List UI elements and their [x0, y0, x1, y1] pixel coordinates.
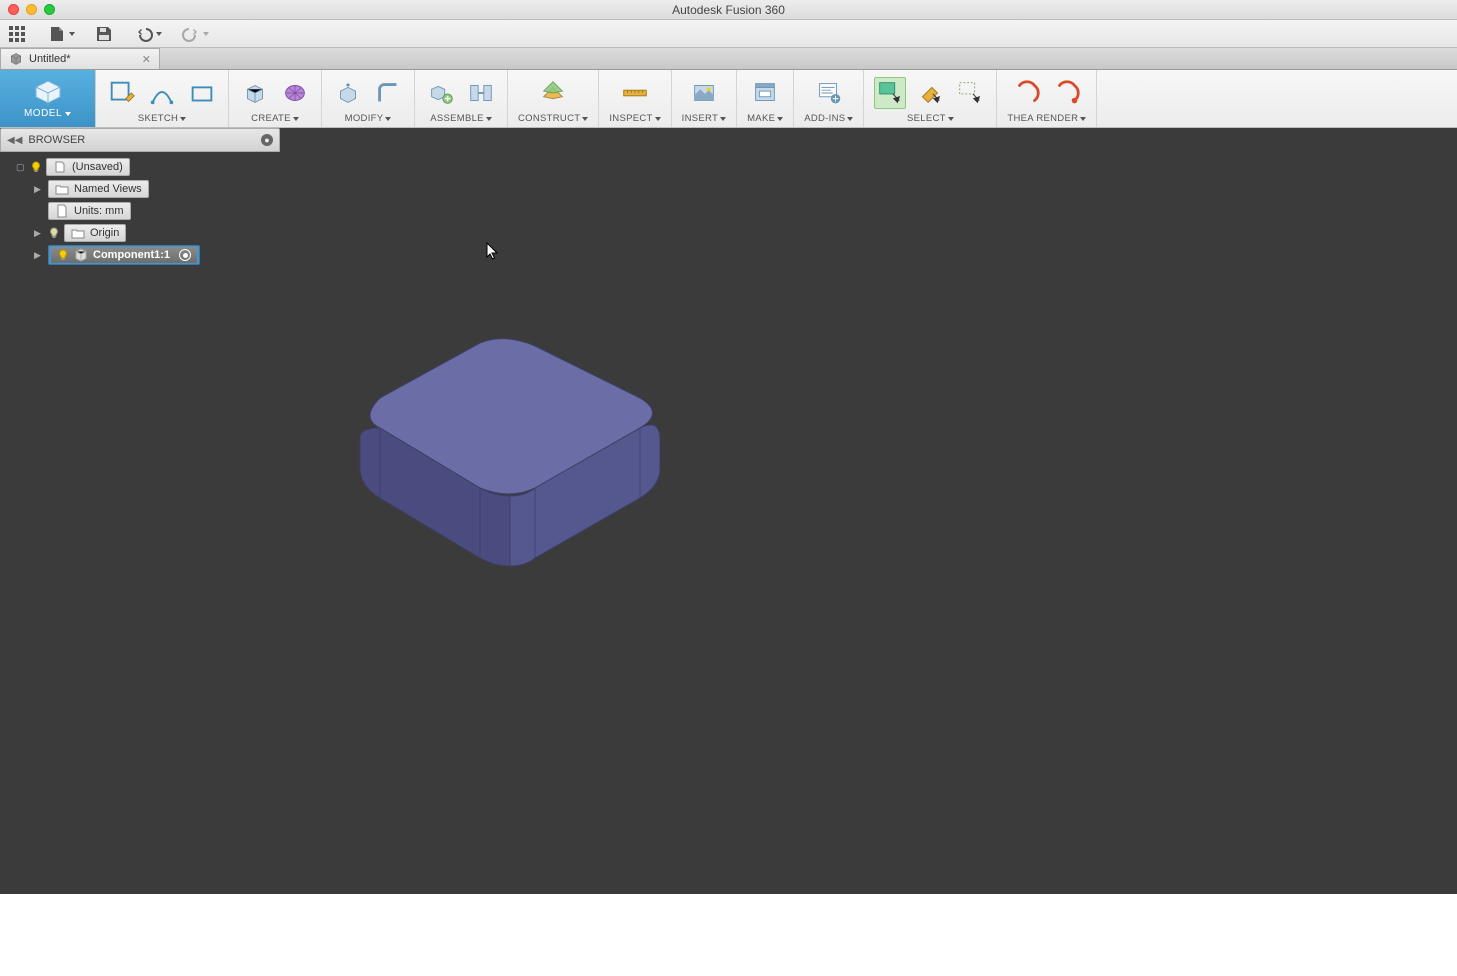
ribbon-group-label: CREATE	[251, 113, 291, 124]
ribbon-group-label: THEA RENDER	[1007, 113, 1078, 124]
fillet-button[interactable]	[372, 77, 404, 109]
chevron-down-icon	[65, 112, 71, 116]
scripts-addins-button[interactable]	[813, 77, 845, 109]
chevron-down-icon	[293, 117, 299, 121]
measure-button[interactable]	[619, 77, 651, 109]
ribbon-group-label: INSERT	[682, 113, 718, 124]
window-zoom-button[interactable]	[44, 4, 55, 15]
window-close-button[interactable]	[8, 4, 19, 15]
close-tab-button[interactable]: ✕	[142, 53, 151, 66]
bottom-white-strip	[0, 894, 1457, 976]
ribbon-group-label: INSPECT	[609, 113, 652, 124]
ribbon-group-insert: INSERT	[672, 70, 737, 127]
document-tab[interactable]: Untitled* ✕	[0, 48, 160, 69]
joint-button[interactable]	[465, 77, 497, 109]
chevron-down-icon	[203, 32, 209, 36]
3d-print-button[interactable]	[749, 77, 781, 109]
insert-derive-button[interactable]	[688, 77, 720, 109]
rectangle-tool-button[interactable]	[186, 77, 218, 109]
chevron-down-icon	[69, 32, 75, 36]
thea-render-button-1[interactable]	[1011, 77, 1043, 109]
ribbon-group-label: MODIFY	[345, 113, 384, 124]
ribbon-group-addins: ADD-INS	[794, 70, 864, 127]
ribbon-group-make: MAKE	[737, 70, 794, 127]
ribbon-group-label: ADD-INS	[804, 113, 845, 124]
app-title: Autodesk Fusion 360	[672, 3, 785, 17]
workspace-label: MODEL	[24, 108, 62, 119]
new-component-button[interactable]	[425, 77, 457, 109]
ribbon-group-select: SELECT	[864, 70, 997, 127]
ribbon-toolbar: MODEL SKETCH CREATE MODIFY ASSEMBLE	[0, 70, 1457, 128]
press-pull-button[interactable]	[332, 77, 364, 109]
quick-access-toolbar	[0, 20, 1457, 48]
freeform-selection-button[interactable]	[954, 77, 986, 109]
line-tool-button[interactable]	[146, 77, 178, 109]
document-tab-title: Untitled*	[29, 53, 71, 65]
traffic-lights	[8, 4, 55, 15]
ribbon-group-modify: MODIFY	[322, 70, 415, 127]
ribbon-group-create: CREATE	[229, 70, 322, 127]
viewport-area[interactable]: ◀◀ BROWSER ● ▢ (Unsaved) ▶ Named Views	[0, 128, 1457, 976]
chevron-down-icon	[385, 117, 391, 121]
undo-button[interactable]	[133, 23, 162, 45]
ribbon-group-assemble: ASSEMBLE	[415, 70, 508, 127]
chevron-down-icon	[777, 117, 783, 121]
chevron-down-icon	[486, 117, 492, 121]
model-workspace-icon	[30, 78, 66, 106]
thea-render-button-2[interactable]	[1051, 77, 1083, 109]
workspace-switcher[interactable]: MODEL	[0, 70, 96, 127]
window-minimize-button[interactable]	[26, 4, 37, 15]
redo-button[interactable]	[180, 23, 209, 45]
viewport-3d[interactable]	[0, 128, 1457, 976]
ribbon-group-label: MAKE	[747, 113, 775, 124]
create-sketch-button[interactable]	[106, 77, 138, 109]
window-selection-button[interactable]	[874, 77, 906, 109]
construct-plane-button[interactable]	[537, 77, 569, 109]
file-menu[interactable]	[46, 23, 75, 45]
data-panel-button[interactable]	[6, 23, 28, 45]
chevron-down-icon	[720, 117, 726, 121]
document-tab-bar: Untitled* ✕	[0, 48, 1457, 70]
chevron-down-icon	[948, 117, 954, 121]
cube-icon	[9, 52, 23, 66]
chevron-down-icon	[847, 117, 853, 121]
ribbon-group-thea-render: THEA RENDER	[997, 70, 1097, 127]
ribbon-group-label: SELECT	[907, 113, 946, 124]
chevron-down-icon	[582, 117, 588, 121]
save-button[interactable]	[93, 23, 115, 45]
ribbon-group-sketch: SKETCH	[96, 70, 229, 127]
chevron-down-icon	[655, 117, 661, 121]
chevron-down-icon	[180, 117, 186, 121]
3d-body-component1[interactable]	[320, 328, 680, 598]
extrude-button[interactable]	[239, 77, 271, 109]
ribbon-group-construct: CONSTRUCT	[508, 70, 599, 127]
ribbon-group-label: CONSTRUCT	[518, 113, 580, 124]
ribbon-group-label: ASSEMBLE	[430, 113, 484, 124]
window-titlebar: Autodesk Fusion 360	[0, 0, 1457, 20]
ribbon-group-inspect: INSPECT	[599, 70, 671, 127]
chevron-down-icon	[1080, 117, 1086, 121]
paint-selection-button[interactable]	[914, 77, 946, 109]
chevron-down-icon	[156, 32, 162, 36]
ribbon-group-label: SKETCH	[138, 113, 178, 124]
create-form-button[interactable]	[279, 77, 311, 109]
